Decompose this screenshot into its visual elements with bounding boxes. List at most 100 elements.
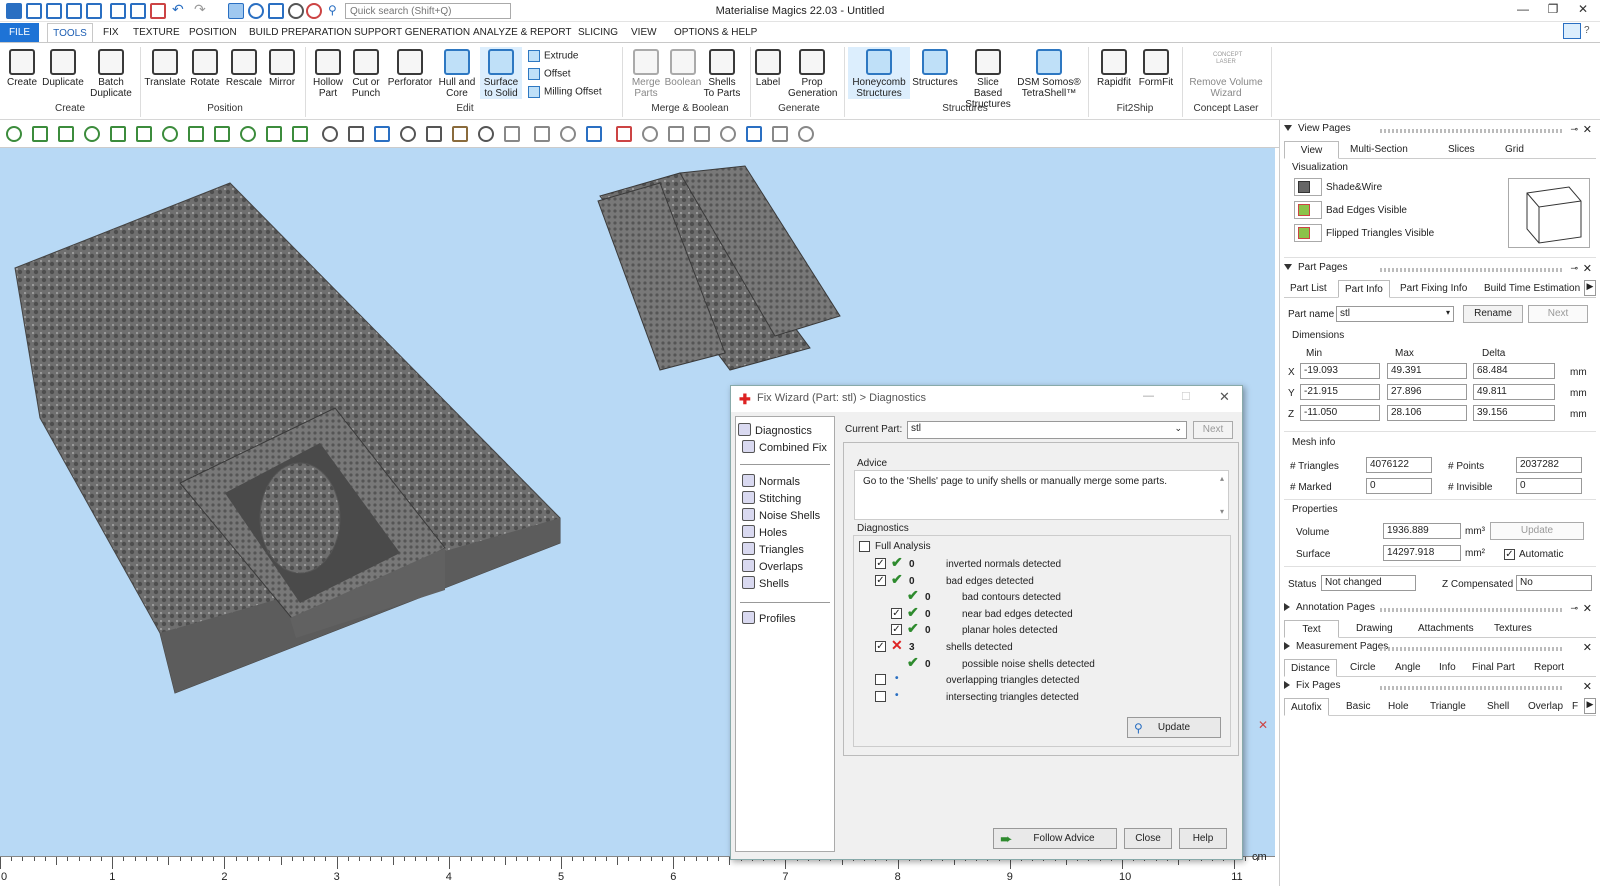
- nav-item-holes[interactable]: Holes: [742, 525, 787, 539]
- diagnostic-checkbox[interactable]: ✓: [891, 607, 902, 619]
- nav-item-noise-shells[interactable]: Noise Shells: [742, 508, 820, 522]
- toolbar-tool-icon[interactable]: [84, 126, 100, 142]
- tetrashell-button[interactable]: DSM Somos® TetraShell™: [1016, 47, 1082, 99]
- slice-based-structures-button[interactable]: Slice Based Structures: [962, 47, 1014, 110]
- menu-slicing[interactable]: SLICING: [578, 27, 618, 38]
- create-button[interactable]: Create: [4, 47, 40, 88]
- toolbar-tool-icon[interactable]: [136, 126, 152, 142]
- rapidfit-button[interactable]: Rapidfit: [1092, 47, 1136, 88]
- menu-texture[interactable]: TEXTURE: [133, 27, 180, 38]
- tab-final-part[interactable]: Final Part: [1466, 659, 1521, 677]
- toolbar-tool-icon[interactable]: [32, 126, 48, 142]
- tab-overlap[interactable]: Overlap: [1522, 698, 1569, 716]
- help-icon[interactable]: ?: [1584, 25, 1590, 36]
- automatic-checkbox[interactable]: ✓: [1504, 549, 1515, 560]
- view-cube[interactable]: [1508, 178, 1590, 248]
- menu-tools[interactable]: TOOLS: [47, 23, 93, 43]
- menu-fix[interactable]: FIX: [103, 27, 119, 38]
- label-button[interactable]: Label: [752, 47, 784, 88]
- diagnostic-checkbox[interactable]: [875, 690, 886, 702]
- tab-report[interactable]: Report: [1528, 659, 1570, 677]
- toolbar-tool-icon[interactable]: [798, 126, 814, 142]
- toolbar-tool-icon[interactable]: [240, 126, 256, 142]
- rescale-button[interactable]: Rescale: [224, 47, 264, 88]
- toolbar-tool-icon[interactable]: [6, 126, 22, 142]
- close-button[interactable]: ✕: [1568, 2, 1598, 20]
- tab-autofix[interactable]: Autofix: [1284, 698, 1329, 716]
- tab-more[interactable]: F: [1566, 698, 1584, 716]
- perforator-button[interactable]: Perforator: [386, 47, 434, 88]
- update-button[interactable]: ⚲ Update: [1127, 717, 1221, 738]
- toolbar-tool-icon[interactable]: [214, 126, 230, 142]
- tab-textures[interactable]: Textures: [1488, 620, 1538, 638]
- menu-support-generation[interactable]: SUPPORT GENERATION: [354, 27, 470, 38]
- annotation-pages-header[interactable]: Annotation Pages ⊸ ✕: [1284, 602, 1596, 618]
- part-name-select[interactable]: stl ▾: [1336, 306, 1454, 322]
- tab-multi-section[interactable]: Multi-Section: [1344, 141, 1414, 159]
- toolbar-tool-icon[interactable]: [110, 126, 126, 142]
- tab-hole[interactable]: Hole: [1382, 698, 1415, 716]
- minimize-button[interactable]: —: [1508, 2, 1538, 20]
- menu-file[interactable]: FILE: [0, 23, 39, 42]
- toolbar-tool-icon[interactable]: [746, 126, 762, 142]
- offset-button[interactable]: Offset: [528, 68, 571, 80]
- tab-circle[interactable]: Circle: [1344, 659, 1382, 677]
- tab-distance[interactable]: Distance: [1284, 659, 1337, 677]
- tab-grid[interactable]: Grid: [1499, 141, 1530, 159]
- merge-parts-button[interactable]: Merge Parts: [626, 47, 666, 99]
- toolbar-tool-icon[interactable]: [452, 126, 468, 142]
- panel-model[interactable]: [597, 165, 841, 371]
- tab-part-fixing-info[interactable]: Part Fixing Info: [1394, 280, 1473, 298]
- flipped-triangles-dropdown[interactable]: [1294, 224, 1322, 242]
- surface-to-solid-button[interactable]: Surface to Solid: [480, 47, 522, 99]
- dialog-maximize-button[interactable]: ☐: [1181, 390, 1191, 403]
- duplicate-button[interactable]: Duplicate: [40, 47, 86, 88]
- tab-basic[interactable]: Basic: [1340, 698, 1376, 716]
- structures-button[interactable]: Structures: [910, 47, 960, 88]
- menu-options-help[interactable]: OPTIONS & HELP: [674, 27, 757, 38]
- diagnostic-checkbox[interactable]: ✓: [875, 641, 886, 652]
- menu-view[interactable]: VIEW: [631, 27, 657, 38]
- scroll-up-icon[interactable]: ▴: [1220, 474, 1224, 483]
- toolbar-tool-icon[interactable]: [478, 126, 494, 142]
- toolbar-tool-icon[interactable]: [534, 126, 550, 142]
- follow-advice-button[interactable]: ➨ Follow Advice: [993, 828, 1117, 849]
- close-icon[interactable]: ✕: [1583, 641, 1592, 654]
- toolbar-tool-icon[interactable]: [426, 126, 442, 142]
- update-volume-button[interactable]: Update: [1490, 522, 1584, 540]
- toolbar-tool-icon[interactable]: [720, 126, 736, 142]
- nav-item-combined-fix[interactable]: Combined Fix: [742, 440, 827, 454]
- close-icon[interactable]: ✕: [1583, 123, 1592, 136]
- nav-item-profiles[interactable]: Profiles: [742, 611, 796, 625]
- toolbar-tool-icon[interactable]: [322, 126, 338, 142]
- help-button[interactable]: Help: [1179, 828, 1227, 849]
- toolbar-tool-icon[interactable]: [642, 126, 658, 142]
- mirror-button[interactable]: Mirror: [264, 47, 300, 88]
- extrude-button[interactable]: Extrude: [528, 50, 578, 62]
- current-part-select[interactable]: stl ⌄: [907, 421, 1187, 439]
- tab-part-list[interactable]: Part List: [1284, 280, 1333, 298]
- layout-icon[interactable]: [1563, 23, 1581, 39]
- rotate-button[interactable]: Rotate: [186, 47, 224, 88]
- close-dialog-button[interactable]: Close: [1124, 828, 1172, 849]
- fix-pages-header[interactable]: Fix Pages ✕: [1284, 680, 1596, 696]
- tab-angle[interactable]: Angle: [1389, 659, 1427, 677]
- full-analysis-checkbox[interactable]: [859, 541, 870, 552]
- temple-model[interactable]: [14, 182, 561, 694]
- close-icon[interactable]: ✕: [1583, 680, 1592, 693]
- rename-button[interactable]: Rename: [1463, 305, 1523, 323]
- part-pages-header[interactable]: Part Pages ⊸ ✕: [1284, 262, 1596, 278]
- toolbar-tool-icon[interactable]: [374, 126, 390, 142]
- milling-offset-button[interactable]: Milling Offset: [528, 86, 602, 98]
- toolbar-tool-icon[interactable]: [58, 126, 74, 142]
- close-icon[interactable]: ✕: [1583, 602, 1592, 615]
- dialog-minimize-button[interactable]: —: [1143, 390, 1154, 402]
- toolbar-tool-icon[interactable]: [668, 126, 684, 142]
- diagnostic-checkbox[interactable]: [875, 674, 886, 686]
- boolean-button[interactable]: Boolean: [664, 47, 702, 88]
- pin-icon[interactable]: ⊸: [1570, 263, 1578, 274]
- diagnostic-checkbox[interactable]: ✓: [891, 624, 902, 636]
- toolbar-tool-icon[interactable]: [188, 126, 204, 142]
- dialog-close-button[interactable]: ✕: [1219, 389, 1230, 405]
- batch-duplicate-button[interactable]: Batch Duplicate: [88, 47, 134, 99]
